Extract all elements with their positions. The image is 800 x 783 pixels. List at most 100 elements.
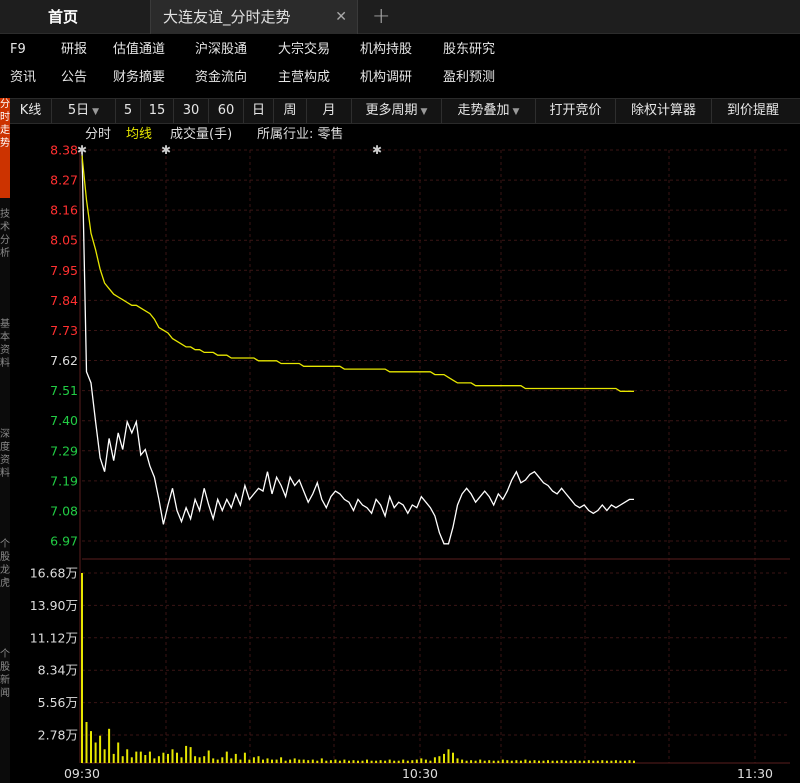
volume-bar (574, 760, 577, 763)
volume-bar (343, 759, 346, 763)
volume-bar (601, 760, 604, 763)
volume-bar (533, 760, 536, 763)
volume-bar (633, 760, 635, 763)
volume-bar (325, 760, 328, 763)
time-tick-label: 11:30 (737, 766, 773, 781)
volume-bar (583, 760, 586, 763)
volume-bar (293, 758, 296, 763)
volume-bar (375, 760, 378, 763)
volume-bar (275, 759, 278, 763)
volume-bar (252, 757, 255, 763)
price-tick-label: 8.16 (50, 203, 78, 218)
volume-bar (248, 759, 251, 763)
volume-bar (108, 728, 111, 763)
volume-bar (167, 753, 169, 763)
volume-bar (384, 760, 387, 763)
volume-bar (148, 751, 151, 763)
volume-bar (157, 756, 160, 763)
volume-tick-label: 11.12万 (30, 630, 78, 645)
volume-bar (257, 756, 260, 763)
volume-bar (619, 760, 622, 763)
volume-tick-label: 8.34万 (38, 663, 78, 678)
volume-bar (402, 759, 405, 763)
volume-bar (289, 759, 292, 763)
volume-bar (262, 759, 264, 763)
volume-bar (443, 753, 445, 763)
volume-bar (547, 760, 549, 763)
volume-bar (433, 757, 436, 763)
volume-bar (624, 760, 626, 763)
volume-bar (284, 760, 287, 763)
volume-bar (614, 760, 617, 763)
volume-bar (81, 573, 83, 763)
volume-bar (447, 749, 450, 763)
price-tick-label: 6.97 (50, 534, 78, 549)
volume-bar (483, 760, 486, 763)
price-tick-label: 7.84 (50, 293, 78, 308)
price-tick-label: 7.73 (50, 323, 78, 338)
volume-bar (194, 756, 197, 763)
volume-bar (528, 760, 531, 763)
volume-bar (556, 760, 559, 763)
volume-bar (452, 752, 454, 763)
volume-bar (311, 759, 314, 763)
volume-bar (198, 757, 201, 763)
volume-bar (271, 759, 273, 763)
volume-bar (524, 759, 527, 763)
volume-bar (501, 759, 504, 763)
marker-star-icon: ✱ (77, 143, 87, 157)
volume-bar (316, 760, 319, 763)
volume-bar (515, 760, 518, 763)
volume-bar (243, 752, 246, 763)
price-tick-label: 7.29 (50, 443, 78, 458)
volume-bar (338, 760, 341, 763)
volume-bar (176, 752, 178, 763)
volume-bar (90, 731, 92, 763)
volume-bar (388, 759, 391, 763)
volume-bar (406, 760, 409, 763)
volume-bar (569, 760, 572, 763)
volume-bar (551, 760, 554, 763)
volume-bar (596, 760, 599, 763)
volume-bar (519, 760, 522, 763)
price-tick-label: 8.27 (50, 173, 78, 188)
avg-price-line (81, 155, 634, 392)
marker-star-icon: ✱ (372, 143, 382, 157)
volume-bar (99, 735, 102, 763)
volume-tick-label: 13.90万 (30, 598, 78, 613)
volume-bar (474, 760, 477, 763)
volume-bar (488, 760, 491, 763)
volume-bar (424, 759, 427, 763)
price-tick-label: 7.19 (50, 473, 78, 488)
volume-bar (393, 760, 396, 763)
volume-bar (117, 742, 120, 763)
volume-bar (225, 751, 228, 763)
chart-grid (79, 149, 790, 764)
volume-bar (212, 758, 215, 763)
volume-bar (429, 760, 432, 763)
volume-bar (560, 760, 563, 763)
time-tick-label: 09:30 (64, 766, 100, 781)
volume-bar (180, 757, 183, 763)
volume-bar (565, 760, 568, 763)
volume-bar (610, 760, 613, 763)
price-tick-label: 7.95 (50, 263, 78, 278)
intraday-chart[interactable]: 8.38 8.27 8.16 8.05 7.95 7.84 7.73 7.62 7.51 7.40… (0, 0, 800, 783)
volume-bar (438, 756, 441, 763)
volume-bar (578, 760, 581, 763)
volume-bar (587, 760, 590, 763)
volume-bar (230, 758, 233, 763)
volume-bar (352, 760, 355, 763)
volume-bar (334, 759, 337, 763)
volume-bar (207, 750, 210, 763)
price-tick-label: 8.38 (50, 143, 78, 158)
volume-bar (538, 760, 540, 763)
volume-bar (94, 742, 97, 763)
price-tick-label: 7.51 (50, 383, 78, 398)
volume-bar (126, 749, 129, 763)
volume-bar (153, 758, 156, 763)
volume-bar (162, 752, 165, 763)
volume-bar (479, 759, 482, 763)
volume-bar (185, 745, 188, 763)
volume-bar (397, 760, 400, 763)
